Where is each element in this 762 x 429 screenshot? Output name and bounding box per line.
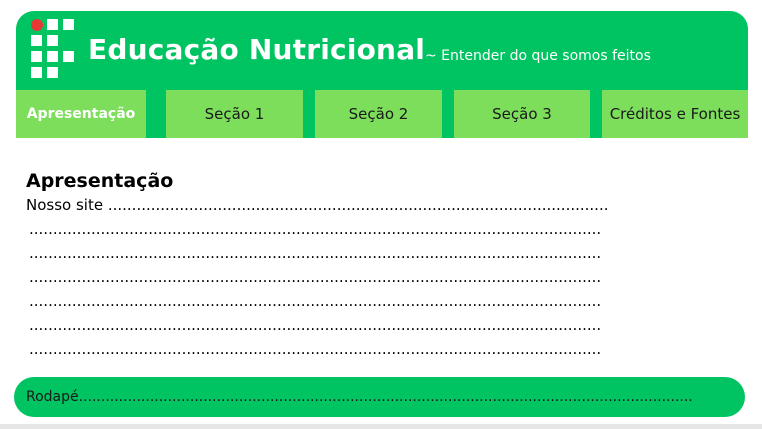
nav-item-apresentacao[interactable]: Apresentação bbox=[16, 90, 146, 138]
nav-item-secao-1[interactable]: Seção 1 bbox=[166, 90, 303, 138]
intro-text: Nosso site .............................… bbox=[26, 196, 609, 214]
placeholder-line: ........................................… bbox=[29, 268, 602, 286]
placeholder-line: ........................................… bbox=[29, 220, 602, 238]
grid-logo-icon bbox=[31, 19, 91, 79]
nav-item-secao-3[interactable]: Seção 3 bbox=[454, 90, 590, 138]
site-subtitle: ~ Entender do que somos feitos bbox=[425, 48, 651, 64]
nav-item-secao-2[interactable]: Seção 2 bbox=[315, 90, 442, 138]
horizontal-scrollbar[interactable] bbox=[0, 424, 762, 429]
main-nav: Apresentação Seção 1 Seção 2 Seção 3 Cré… bbox=[16, 90, 748, 138]
site-footer: Rodapé..................................… bbox=[14, 377, 745, 417]
placeholder-line: ........................................… bbox=[29, 316, 602, 334]
site-title: Educação Nutricional bbox=[88, 33, 426, 66]
main-content: Apresentação Nosso site ................… bbox=[26, 169, 726, 361]
placeholder-line: ........................................… bbox=[29, 244, 602, 262]
nav-item-creditos-e-fontes[interactable]: Créditos e Fontes bbox=[602, 90, 748, 138]
page: Educação Nutricional ~ Entender do que s… bbox=[14, 11, 748, 427]
placeholder-line: ........................................… bbox=[29, 340, 602, 358]
page-heading: Apresentação bbox=[26, 170, 174, 192]
placeholder-line: ........................................… bbox=[29, 292, 602, 310]
site-header: Educação Nutricional ~ Entender do que s… bbox=[16, 11, 748, 90]
